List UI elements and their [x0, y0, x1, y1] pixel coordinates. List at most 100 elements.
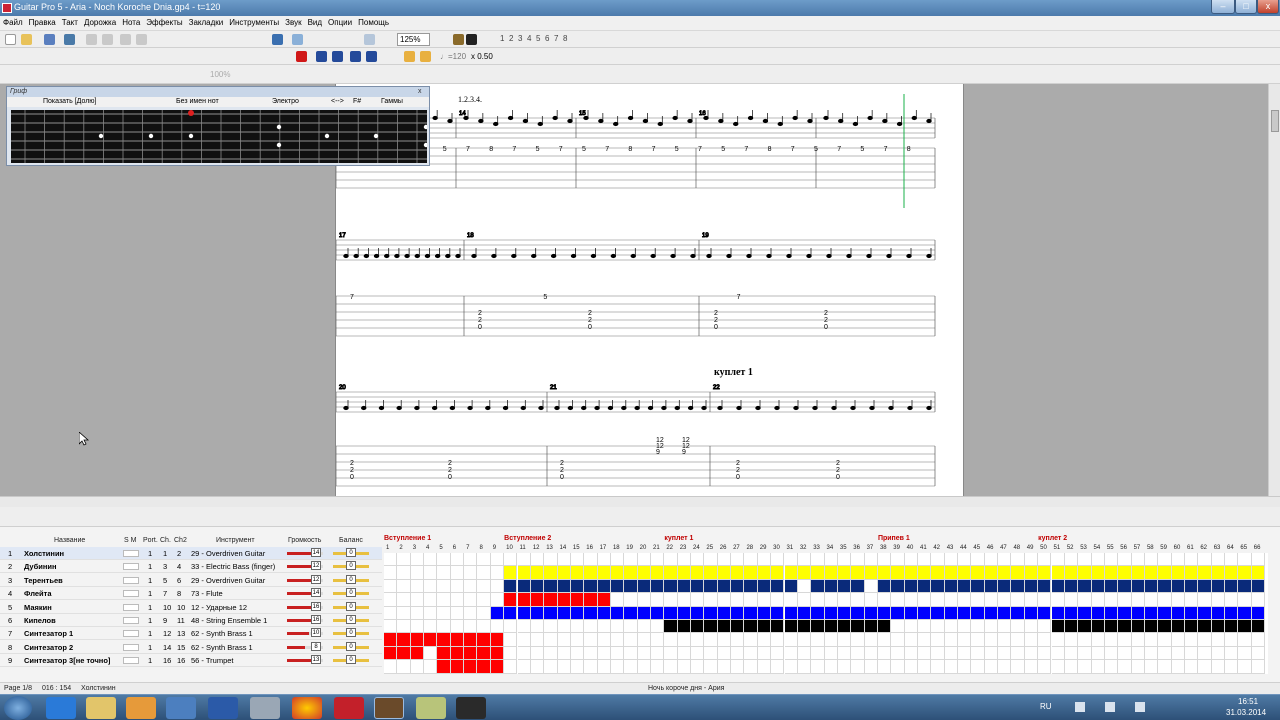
bar-cell[interactable]	[704, 593, 718, 607]
menu-options[interactable]: Опции	[325, 16, 355, 27]
bar-cell[interactable]	[464, 553, 478, 567]
app-icon-10[interactable]	[456, 697, 486, 719]
bar-cell[interactable]	[397, 633, 411, 647]
menu-bookmarks[interactable]: Закладки	[186, 16, 227, 27]
bar-cell[interactable]	[824, 593, 838, 607]
bar-cell[interactable]	[410, 553, 425, 567]
bar-cell[interactable]	[664, 593, 678, 607]
bar-cell[interactable]	[584, 633, 598, 647]
bar-cell[interactable]	[717, 606, 732, 620]
bar-cell[interactable]	[450, 593, 465, 607]
bar-cell[interactable]	[757, 593, 772, 607]
bar-cell[interactable]	[757, 566, 772, 580]
bar-cell[interactable]	[544, 646, 558, 661]
bar-cell[interactable]	[1238, 553, 1252, 567]
solo-mute-toggle[interactable]	[123, 563, 139, 571]
bar-cell[interactable]	[544, 633, 558, 647]
bar-cell[interactable]	[1211, 579, 1226, 594]
bar-cell[interactable]	[984, 646, 999, 661]
bar-cell[interactable]	[891, 566, 905, 580]
bar-cell[interactable]	[931, 646, 945, 661]
bar-cell[interactable]	[557, 566, 571, 580]
bar-cell[interactable]	[584, 593, 598, 607]
bar-cell[interactable]	[1198, 646, 1212, 661]
scroll-thumb[interactable]	[1271, 110, 1279, 132]
bar-cell[interactable]	[971, 660, 985, 674]
bar-cell[interactable]	[984, 606, 999, 620]
bar-cell[interactable]	[1185, 646, 1199, 661]
bar-cell[interactable]	[1038, 660, 1052, 674]
bar-cell[interactable]	[984, 553, 999, 567]
note-head[interactable]	[567, 405, 574, 411]
page-num-6[interactable]: 6	[545, 34, 549, 43]
bar-cell[interactable]	[851, 633, 865, 647]
minimize-button[interactable]: ‒	[1211, 0, 1235, 14]
print-icon[interactable]	[64, 34, 75, 45]
bar-cell[interactable]	[557, 579, 571, 594]
bar-cell[interactable]	[397, 566, 411, 580]
bar-cell[interactable]	[450, 646, 465, 661]
bar-cell[interactable]	[691, 646, 705, 661]
note-head[interactable]	[363, 253, 370, 259]
bar-cell[interactable]	[384, 593, 398, 607]
bar-cell[interactable]	[424, 660, 438, 674]
bar-cell[interactable]	[397, 593, 411, 607]
tab-chord-number[interactable]: 0	[448, 474, 452, 481]
bar-cell[interactable]	[651, 593, 665, 607]
bar-cell[interactable]	[584, 566, 598, 580]
bar-cell[interactable]	[1144, 606, 1159, 620]
bar-cell[interactable]	[597, 593, 611, 607]
bar-cell[interactable]	[1238, 579, 1252, 594]
bar-cell[interactable]	[958, 646, 972, 661]
bar-cell[interactable]	[1104, 593, 1119, 607]
bar-cell[interactable]	[504, 633, 518, 647]
bar-cell[interactable]	[544, 579, 558, 594]
bar-cell[interactable]	[544, 553, 558, 567]
metronome-icon[interactable]	[404, 51, 415, 62]
bar-cell[interactable]	[1011, 553, 1025, 567]
bar-cell[interactable]	[477, 646, 491, 661]
bar-cell[interactable]	[944, 646, 959, 661]
bar-cell[interactable]	[984, 566, 999, 580]
bar-cell[interactable]	[1211, 606, 1226, 620]
bar-cell[interactable]	[1118, 566, 1132, 580]
bar-cell[interactable]	[1238, 606, 1252, 620]
bar-cell[interactable]	[784, 566, 798, 580]
bar-cell[interactable]	[1211, 633, 1226, 647]
note-head[interactable]	[792, 115, 798, 121]
bar-cell[interactable]	[918, 660, 932, 674]
tab-fret-number[interactable]: 5	[543, 294, 547, 301]
bar-cell[interactable]	[677, 579, 692, 594]
note-head[interactable]	[394, 253, 400, 259]
bar-cell[interactable]	[651, 620, 665, 634]
bar-cell[interactable]	[651, 566, 665, 580]
bar-cell[interactable]	[1144, 633, 1159, 647]
bar-cell[interactable]	[784, 646, 798, 661]
bar-cell[interactable]	[851, 620, 865, 634]
bar-cell[interactable]	[1238, 646, 1252, 661]
note-head[interactable]	[786, 253, 792, 259]
bar-cell[interactable]	[1158, 633, 1172, 647]
bar-cell[interactable]	[450, 606, 465, 620]
bar-cell[interactable]	[1104, 660, 1119, 674]
bar-cell[interactable]	[771, 593, 785, 607]
bar-cell[interactable]	[744, 620, 758, 634]
bar-cell[interactable]	[944, 579, 959, 594]
flag-icon[interactable]	[1135, 702, 1145, 712]
bar-cell[interactable]	[424, 579, 438, 594]
bar-cell[interactable]	[1064, 553, 1079, 567]
fretboard[interactable]	[11, 110, 429, 163]
bar-cell[interactable]	[477, 579, 491, 594]
bar-cell[interactable]	[504, 620, 518, 634]
bar-cell[interactable]	[1064, 566, 1079, 580]
note-head[interactable]	[396, 405, 402, 411]
note-head[interactable]	[538, 405, 544, 411]
bar-cell[interactable]	[624, 579, 638, 594]
note-head[interactable]	[343, 405, 349, 411]
note-head[interactable]	[762, 118, 769, 124]
bar-cell[interactable]	[944, 633, 959, 647]
tab-chord-number[interactable]: 2	[714, 310, 718, 317]
bar-cell[interactable]	[1024, 593, 1039, 607]
bar-cell[interactable]	[1064, 660, 1079, 674]
bar-cell[interactable]	[971, 646, 985, 661]
